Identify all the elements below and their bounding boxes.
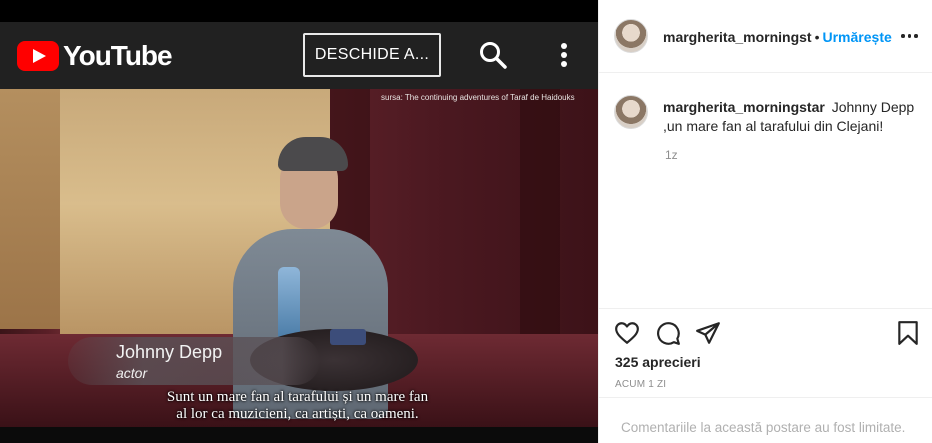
post-caption: margherita_morningstar Johnny Depp ,un m… <box>663 98 921 136</box>
likes-count[interactable]: 325 aprecieri <box>615 354 701 370</box>
subtitle-line: al lor ca muzicieni, ca artiști, ca oame… <box>176 406 419 422</box>
caption-username-link[interactable]: margherita_morningstar <box>663 99 825 115</box>
avatar[interactable] <box>614 95 648 129</box>
video-bottom-edge <box>0 427 598 443</box>
lower-third-role: actor <box>116 365 148 381</box>
heart-icon[interactable] <box>614 320 640 346</box>
comments-limited-notice: Comentariile la această postare au fost … <box>621 420 906 435</box>
follow-button[interactable]: Urmărește <box>823 29 892 45</box>
youtube-play-icon <box>17 41 59 71</box>
video-frame[interactable]: sursa: The continuing adventures of Tara… <box>0 89 598 427</box>
video-source-note: sursa: The continuing adventures of Tara… <box>381 93 575 102</box>
cigarette-pack <box>330 329 366 345</box>
post-header: margherita_morningst • Urmărește <box>599 0 932 73</box>
avatar[interactable] <box>614 19 648 53</box>
share-icon[interactable] <box>695 320 721 346</box>
youtube-logo[interactable]: YouTube <box>17 40 173 72</box>
water-bottle <box>278 267 300 337</box>
username-link[interactable]: margherita_morningst <box>663 29 812 45</box>
more-horizontal-icon[interactable] <box>901 28 919 44</box>
lower-third-name: Johnny Depp <box>116 342 223 362</box>
search-icon[interactable] <box>477 39 509 71</box>
wall-background <box>0 89 62 329</box>
bookmark-icon[interactable] <box>895 320 921 346</box>
post-sidebar: margherita_morningst • Urmărește margherit… <box>598 0 932 443</box>
separator-dot: • <box>814 29 820 45</box>
post-date[interactable]: ACUM 1 ZI <box>615 379 666 390</box>
person-cap <box>278 137 348 171</box>
actions-divider <box>599 308 932 309</box>
subtitle-line: Sunt un mare fan al tarafului și un mare… <box>166 389 429 405</box>
more-vertical-icon[interactable] <box>552 39 576 71</box>
youtube-wordmark: YouTube <box>63 40 173 71</box>
caption-timestamp[interactable]: 1z <box>665 148 678 162</box>
comment-icon[interactable] <box>655 320 681 346</box>
open-in-app-button[interactable]: DESCHIDE A... <box>303 33 441 77</box>
video-embed[interactable]: YouTube DESCHIDE A... sursa: The continu… <box>0 0 598 443</box>
header-user-line: margherita_morningst • Urmărește <box>663 29 892 45</box>
youtube-top-bar: YouTube DESCHIDE A... <box>0 22 598 89</box>
